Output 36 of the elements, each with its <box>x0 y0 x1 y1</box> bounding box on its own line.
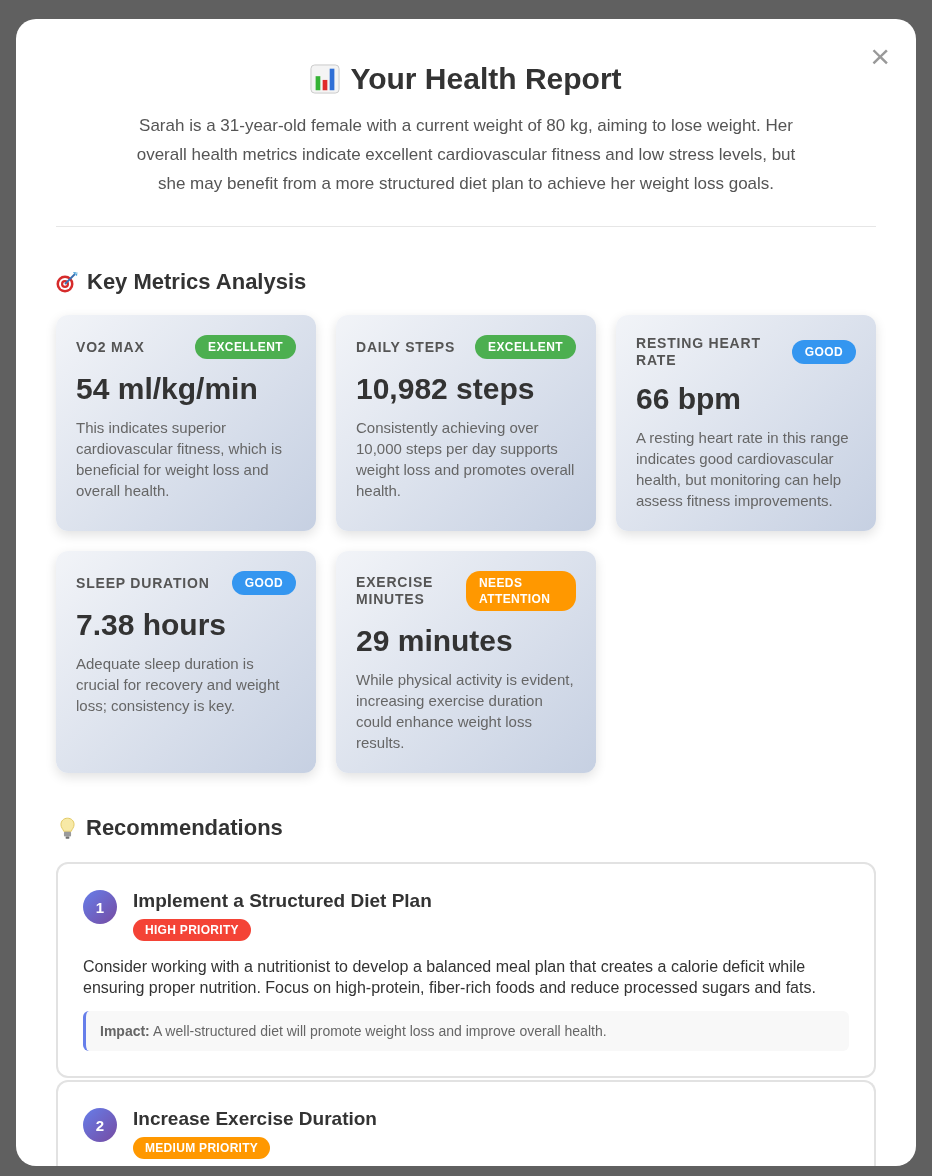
metric-description: A resting heart rate in this range indicates good cardiovascular health, but monitoring can help assess fitness improvements. <box>636 428 850 511</box>
section-heading: Key Metrics Analysis <box>87 268 307 296</box>
status-badge: GOOD <box>791 340 856 364</box>
close-button[interactable]: × <box>870 39 890 73</box>
bar-chart-icon <box>310 64 341 94</box>
metric-label: RESTING HEART RATE <box>636 335 762 369</box>
modal-title: Your Health Report <box>350 61 622 97</box>
metric-value: 29 minutes <box>356 623 514 659</box>
metric-description: While physical activity is evident, increasing exercise duration could enhance weight loss results. <box>356 670 575 753</box>
priority-badge: HIGH PRIORITY <box>133 919 251 941</box>
status-badge: GOOD <box>231 571 296 595</box>
priority-badge: MEDIUM PRIORITY <box>133 1137 271 1159</box>
recommendation-description: Consider working with a nutritionist to develop a balanced meal plan that creates a calorie deficit while ensuring proper nutrition. Focus on high-protein, fiber-rich foods and reduce processed sugars and fats. <box>83 957 817 998</box>
metric-label: DAILY STEPS <box>356 338 456 356</box>
metric-value: 10,982 steps <box>356 371 536 407</box>
metric-label: VO2 MAX <box>76 338 145 356</box>
metric-value: 7.38 hours <box>76 607 228 643</box>
step-number: 2 <box>83 1108 117 1142</box>
section-heading: Recommendations <box>86 814 283 842</box>
metric-description: Adequate sleep duration is crucial for recovery and weight loss; consistency is key. <box>76 654 281 716</box>
recommendation-title: Implement a Structured Diet Plan <box>133 889 432 913</box>
impact-note: Impact: A well-structured diet will promote weight loss and improve overall health. <box>83 1011 849 1051</box>
metric-value: 54 ml/kg/min <box>76 371 259 407</box>
metric-description: This indicates superior cardiovascular fitness, which is beneficial for weight loss and overall health. <box>76 418 283 501</box>
metric-value: 66 bpm <box>636 381 743 417</box>
lightbulb-icon <box>60 816 75 840</box>
status-badge: NEEDS ATTENTION <box>466 571 576 611</box>
metric-description: Consistently achieving over 10,000 steps per day supports weight loss and promotes overall health. <box>356 418 576 501</box>
summary-text: Sarah is a 31-year-old female with a current weight of 80 kg, aiming to lose weight. Her overall health metrics indicate excellent cardiovascular fitness and low stress levels, but she may benefit from a more structured diet plan to achieve her weight loss goals. <box>135 115 797 195</box>
metric-label: EXERCISE MINUTES <box>356 574 435 608</box>
status-badge: EXCELLENT <box>195 335 296 359</box>
recommendation-title: Increase Exercise Duration <box>133 1107 377 1131</box>
metric-label: SLEEP DURATION <box>76 574 210 592</box>
status-badge: EXCELLENT <box>475 335 576 359</box>
target-with-dart-icon <box>56 271 78 293</box>
step-number: 1 <box>83 890 117 924</box>
